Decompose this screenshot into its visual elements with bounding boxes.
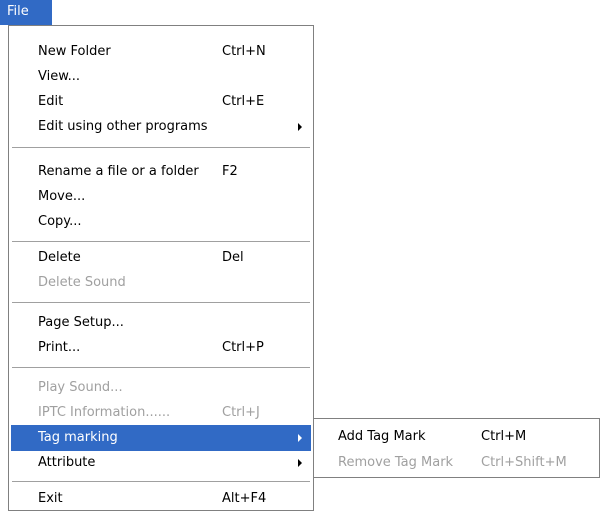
menu-item-tag-marking[interactable]: Tag marking <box>11 425 311 451</box>
submenu-arrow-icon <box>298 434 302 442</box>
menu-item-iptc-information: IPTC Information...... Ctrl+J <box>11 400 311 426</box>
submenu-arrow-icon <box>298 459 302 467</box>
menu-item-attribute[interactable]: Attribute <box>11 450 311 476</box>
tag-marking-submenu: Add Tag Mark Ctrl+M Remove Tag Mark Ctrl… <box>313 418 600 478</box>
menu-item-shortcut: Del <box>222 250 244 265</box>
menu-item-shortcut: F2 <box>222 164 238 179</box>
menu-item-delete[interactable]: Delete Del <box>11 245 311 271</box>
menu-separator <box>12 302 310 304</box>
menu-separator <box>12 147 310 149</box>
file-dropdown-menu: New Folder Ctrl+N View... Edit Ctrl+E Ed… <box>8 25 314 511</box>
menu-item-shortcut: Ctrl+N <box>222 44 266 59</box>
menu-item-label: Delete <box>38 250 81 265</box>
submenu-item-label: Add Tag Mark <box>338 429 426 444</box>
menu-separator <box>12 241 310 243</box>
menu-item-label: New Folder <box>38 44 111 59</box>
menu-item-edit[interactable]: Edit Ctrl+E <box>11 89 311 115</box>
menu-item-label: Exit <box>38 491 63 506</box>
menu-item-label: IPTC Information...... <box>38 405 171 420</box>
menu-item-copy[interactable]: Copy... <box>11 209 311 235</box>
menu-item-new-folder[interactable]: New Folder Ctrl+N <box>11 39 311 65</box>
menu-item-label: Play Sound... <box>38 380 123 395</box>
menu-item-delete-sound: Delete Sound <box>11 270 311 296</box>
menu-item-rename[interactable]: Rename a file or a folder F2 <box>11 159 311 185</box>
menu-item-label: View... <box>38 69 81 84</box>
menu-item-view[interactable]: View... <box>11 64 311 90</box>
menu-item-page-setup[interactable]: Page Setup... <box>11 310 311 336</box>
menu-item-label: Copy... <box>38 214 82 229</box>
menu-item-label: Delete Sound <box>38 275 126 290</box>
menu-item-exit[interactable]: Exit Alt+F4 <box>11 486 311 512</box>
menu-item-label: Move... <box>38 189 86 204</box>
menu-item-shortcut: Ctrl+J <box>222 405 260 420</box>
submenu-item-remove-tag-mark: Remove Tag Mark Ctrl+Shift+M <box>316 450 597 476</box>
menu-item-label: Rename a file or a folder <box>38 164 199 179</box>
submenu-arrow-icon <box>298 123 302 131</box>
submenu-item-label: Remove Tag Mark <box>338 455 454 470</box>
menu-separator <box>12 367 310 369</box>
menu-item-move[interactable]: Move... <box>11 184 311 210</box>
submenu-item-shortcut: Ctrl+Shift+M <box>481 455 567 470</box>
menu-item-label: Tag marking <box>38 430 118 445</box>
menu-item-label: Print... <box>38 340 81 355</box>
menu-item-edit-other-programs[interactable]: Edit using other programs <box>11 114 311 140</box>
file-menu-button[interactable]: File <box>0 0 52 25</box>
submenu-item-add-tag-mark[interactable]: Add Tag Mark Ctrl+M <box>316 424 597 450</box>
menu-item-play-sound: Play Sound... <box>11 375 311 401</box>
menu-item-print[interactable]: Print... Ctrl+P <box>11 335 311 361</box>
submenu-item-shortcut: Ctrl+M <box>481 429 527 444</box>
menu-item-label: Page Setup... <box>38 315 124 330</box>
menu-separator <box>12 481 310 483</box>
menu-item-shortcut: Ctrl+E <box>222 94 265 109</box>
menu-item-label: Edit <box>38 94 64 109</box>
menu-item-shortcut: Alt+F4 <box>222 491 267 506</box>
file-menu-label: File <box>7 4 29 19</box>
menu-item-label: Attribute <box>38 455 96 470</box>
menu-item-shortcut: Ctrl+P <box>222 340 264 355</box>
menu-item-label: Edit using other programs <box>38 119 208 134</box>
